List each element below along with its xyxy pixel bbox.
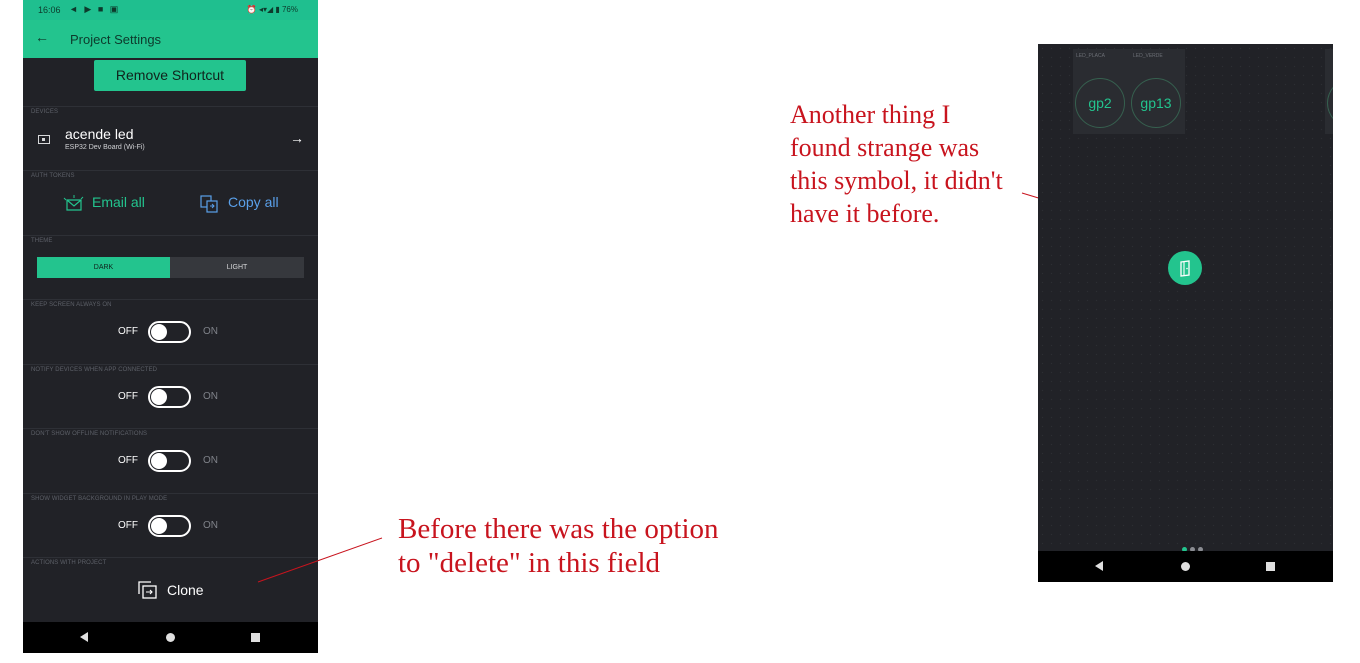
gp13-button[interactable]: gp13 (1131, 78, 1181, 128)
clone-label: Clone (167, 582, 204, 598)
devices-section-label: DEVICES (31, 109, 59, 115)
arrow-left-icon[interactable]: ← (35, 29, 49, 45)
annotation-line: have it before. (790, 199, 940, 228)
device-icon (38, 135, 50, 144)
keep-screen-on-toggle-row: OFF ON (23, 321, 318, 343)
toggle-on-label: ON (203, 391, 218, 402)
nav-recents-icon[interactable] (1266, 562, 1275, 571)
divider (23, 170, 318, 171)
notify-devices-label: NOTIFY DEVICES WHEN APP CONNECTED (31, 367, 158, 373)
copy-all-label: Copy all (228, 194, 279, 210)
widget-background-switch[interactable] (148, 515, 191, 537)
nav-home-icon[interactable] (166, 633, 175, 642)
status-time: 16:06 (38, 5, 61, 15)
clone-icon (138, 581, 157, 599)
widget-group: LED_PLACA LED_VERDE gp2 gp13 (1073, 49, 1185, 134)
widget-background-label: SHOW WIDGET BACKGROUND IN PLAY MODE (31, 496, 168, 502)
switch-knob (151, 518, 167, 534)
remove-shortcut-button[interactable]: Remove Shortcut (94, 60, 246, 91)
actions-section-label: ACTIONS WITH PROJECT (31, 560, 107, 566)
status-bar: 16:06 ◄ ▶ ■ ▣ ⏰ ◂▾◢ ▮ 76% (23, 0, 318, 20)
project-settings-screen: 16:06 ◄ ▶ ■ ▣ ⏰ ◂▾◢ ▮ 76% ← Project Sett… (23, 0, 318, 653)
divider (23, 493, 318, 494)
gp2-button[interactable]: gp2 (1075, 78, 1125, 128)
widget-button-edge (1327, 79, 1333, 127)
switch-knob (151, 389, 167, 405)
toggle-on-label: ON (203, 455, 218, 466)
device-board: ESP32 Dev Board (Wi-Fi) (65, 144, 145, 151)
toggle-on-label: ON (203, 326, 218, 337)
toggle-off-label: OFF (118, 326, 138, 337)
toggle-off-label: OFF (118, 391, 138, 402)
annotation-line: Before there was the option (398, 513, 719, 545)
widget-label: LED_VERDE (1133, 53, 1163, 59)
divider (23, 557, 318, 558)
copy-icon (200, 195, 218, 213)
annotation-bottom: Before there was the option to "delete" … (398, 512, 818, 580)
app-bar: ← Project Settings (23, 20, 318, 58)
copy-all-button[interactable]: Copy all (199, 193, 309, 215)
email-all-button[interactable]: Email all (63, 193, 173, 215)
widget-label: LED_PLACA (1076, 53, 1105, 59)
door-icon (1180, 260, 1190, 277)
device-row[interactable]: acende led ESP32 Dev Board (Wi-Fi) → (23, 122, 318, 158)
notify-devices-toggle-row: OFF ON (23, 386, 318, 408)
navigation-bar (1038, 551, 1333, 582)
divider (23, 106, 318, 107)
toggle-on-label: ON (203, 520, 218, 531)
divider (23, 299, 318, 300)
switch-knob (151, 324, 167, 340)
clone-button[interactable]: Clone (137, 578, 227, 602)
theme-section-label: THEME (31, 238, 53, 244)
fab-button[interactable] (1168, 251, 1202, 285)
nav-back-icon[interactable] (1095, 561, 1103, 571)
email-icon (63, 195, 84, 211)
annotation-line: found strange was (790, 133, 980, 162)
offscreen-widget (1325, 49, 1333, 134)
keep-screen-on-label: KEEP SCREEN ALWAYS ON (31, 302, 112, 308)
toggle-off-label: OFF (118, 520, 138, 531)
device-name: acende led (65, 126, 134, 142)
notify-devices-switch[interactable] (148, 386, 191, 408)
navigation-bar (23, 622, 318, 653)
divider (23, 364, 318, 365)
nav-recents-icon[interactable] (251, 633, 260, 642)
offline-notifications-toggle-row: OFF ON (23, 450, 318, 472)
system-status-icons: ⏰ ◂▾◢ ▮ 76% (246, 5, 298, 14)
toggle-off-label: OFF (118, 455, 138, 466)
email-all-label: Email all (92, 194, 145, 210)
arrow-right-icon: → (290, 130, 304, 146)
annotation-line: Another thing I (790, 100, 951, 129)
annotation-line: this symbol, it didn't (790, 166, 1003, 195)
divider (23, 235, 318, 236)
widget-background-toggle-row: OFF ON (23, 515, 318, 537)
nav-back-icon[interactable] (80, 632, 88, 642)
theme-light-option[interactable]: LIGHT (170, 257, 304, 278)
offline-notifications-switch[interactable] (148, 450, 191, 472)
auth-tokens-section-label: AUTH TOKENS (31, 173, 75, 179)
switch-knob (151, 453, 167, 469)
annotation-right: Another thing I found strange was this s… (790, 98, 1050, 230)
nav-home-icon[interactable] (1181, 562, 1190, 571)
offline-notifications-label: DON'T SHOW OFFLINE NOTIFICATIONS (31, 431, 148, 437)
annotation-line: to "delete" in this field (398, 547, 661, 579)
keep-screen-on-switch[interactable] (148, 321, 191, 343)
dashboard-screen: LED_PLACA LED_VERDE gp2 gp13 (1038, 44, 1333, 582)
theme-dark-option[interactable]: DARK (37, 257, 170, 278)
divider (23, 428, 318, 429)
notification-icons: ◄ ▶ ■ ▣ (69, 4, 121, 14)
page-title: Project Settings (70, 32, 162, 47)
